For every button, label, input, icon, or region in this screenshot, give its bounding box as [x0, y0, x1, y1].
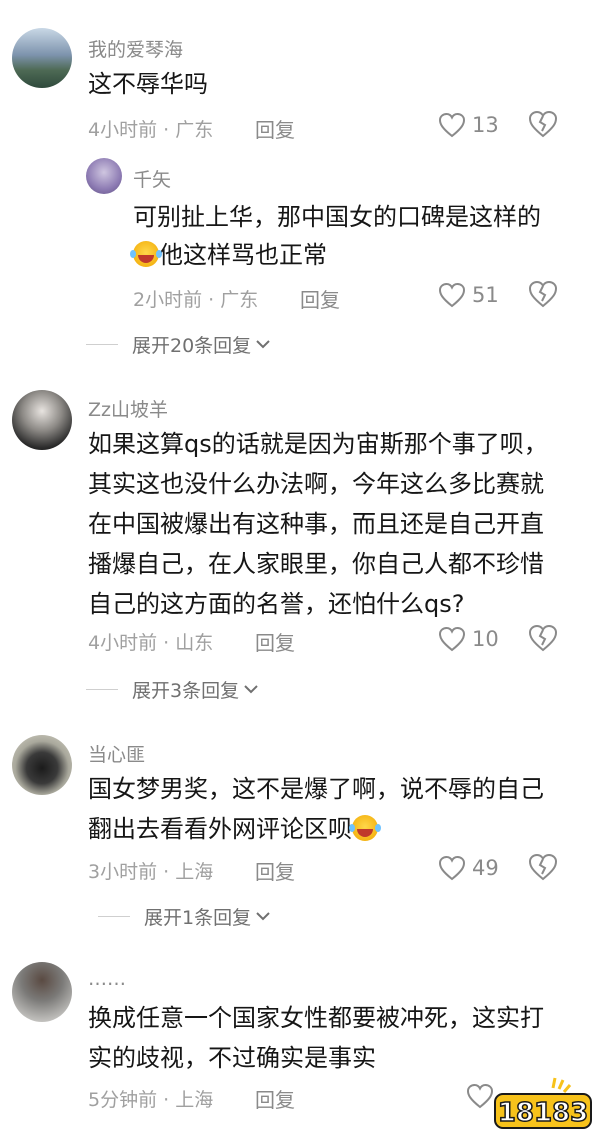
comment-meta: 5分钟前 · 上海: [88, 1089, 214, 1111]
broken-heart-outline-icon[interactable]: [527, 851, 559, 883]
laughing-crying-emoji: [130, 241, 159, 267]
reply-text-line-with-emoji: 他这样骂也正常: [130, 234, 327, 276]
reply-button[interactable]: 回复: [300, 284, 340, 313]
like-button[interactable]: 51: [438, 278, 499, 312]
comment-username[interactable]: Zz山坡羊: [88, 395, 168, 422]
heart-outline-icon: [438, 112, 466, 138]
expand-replies-label: 展开20条回复: [132, 334, 252, 357]
avatar[interactable]: [12, 28, 72, 88]
broken-heart-outline-icon[interactable]: [527, 622, 559, 654]
reply-button[interactable]: 回复: [255, 856, 295, 885]
comment-username[interactable]: 当心匪: [88, 740, 145, 767]
comment-text-line: 国女梦男奖，这不是爆了啊，说不辱的自己: [88, 775, 544, 803]
reply-button[interactable]: 回复: [255, 1084, 295, 1113]
avatar[interactable]: [12, 735, 72, 795]
expand-replies-button[interactable]: 展开20条回复: [86, 329, 271, 359]
like-count: 51: [472, 283, 499, 307]
comment-text-line: 其实这也没什么办法啊，今年这么多比赛就: [88, 470, 544, 498]
comment-text-line: 这不辱华吗: [88, 70, 208, 98]
expand-replies-label: 展开3条回复: [132, 679, 240, 702]
laughing-crying-emoji: [349, 815, 378, 841]
comment-username[interactable]: 我的爱琴海: [88, 35, 183, 62]
like-count: 49: [472, 856, 499, 880]
reply-text-line: 他这样骂也正常: [159, 241, 327, 269]
comment-text-line: 如果这算qs的话就是因为宙斯那个事了呗，: [88, 430, 548, 458]
heart-outline-icon: [466, 1083, 494, 1109]
chevron-down-icon: [244, 685, 258, 694]
comment-text-line: 在中国被爆出有这种事，而且还是自己开直: [88, 510, 544, 538]
expand-replies-label: 展开1条回复: [144, 906, 252, 929]
expand-replies-button[interactable]: 展开3条回复: [86, 674, 259, 704]
reply-username[interactable]: 千矢: [133, 165, 171, 192]
comment-meta: 4小时前 · 广东: [88, 119, 214, 141]
reply-text-line: 可别扯上华，那中国女的口碑是这样的: [133, 203, 541, 231]
chevron-down-icon: [256, 912, 270, 921]
comment-text-line-with-emoji: 翻出去看看外网评论区呗: [88, 808, 378, 850]
avatar[interactable]: [86, 158, 122, 194]
18183-logo: 18183: [494, 1077, 592, 1129]
divider: [86, 343, 118, 345]
comment-text-line: 播爆自己，在人家眼里，你自己人都不珍惜: [88, 550, 544, 578]
comment-text-line: 换成任意一个国家女性都要被冲死，这实打: [88, 1004, 544, 1032]
comment-text-line: 实的歧视，不过确实是事实: [88, 1044, 376, 1072]
avatar[interactable]: [12, 962, 72, 1022]
divider: [86, 688, 118, 690]
heart-outline-icon: [438, 855, 466, 881]
broken-heart-outline-icon[interactable]: [527, 108, 559, 140]
reply-button[interactable]: 回复: [255, 114, 295, 143]
comment-text-line: 翻出去看看外网评论区呗: [88, 815, 352, 843]
reply-meta: 2小时前 · 广东: [133, 289, 259, 311]
divider: [98, 915, 130, 917]
comment-text-line: 自己的这方面的名誉，还怕什么qs?: [88, 590, 465, 618]
heart-outline-icon: [438, 626, 466, 652]
comment-meta: 4小时前 · 山东: [88, 632, 214, 654]
comment-username[interactable]: ……: [88, 968, 126, 990]
comment-meta: 3小时前 · 上海: [88, 861, 214, 883]
like-button[interactable]: 49: [438, 851, 499, 885]
heart-outline-icon: [438, 282, 466, 308]
expand-replies-button[interactable]: 展开1条回复: [98, 901, 271, 931]
avatar[interactable]: [12, 390, 72, 450]
watermark-text: 18183: [498, 1098, 588, 1128]
reply-button[interactable]: 回复: [255, 627, 295, 656]
like-button[interactable]: 10: [438, 622, 499, 656]
like-button[interactable]: 13: [438, 108, 499, 142]
broken-heart-outline-icon[interactable]: [527, 278, 559, 310]
like-count: 13: [472, 113, 499, 137]
like-count: 10: [472, 627, 499, 651]
chevron-down-icon: [256, 340, 270, 349]
